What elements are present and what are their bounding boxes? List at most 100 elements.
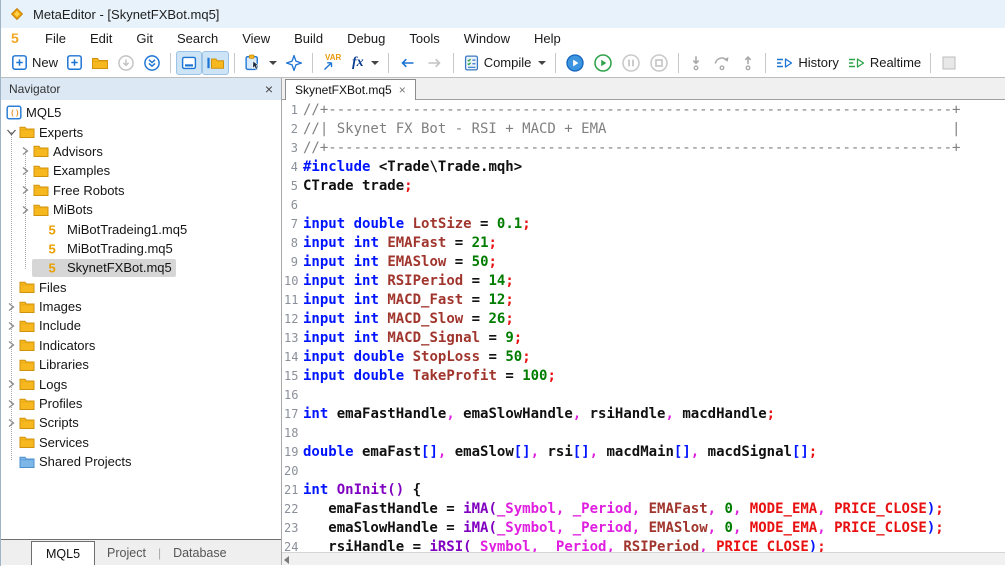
new-file-button[interactable]: New (7, 51, 62, 75)
code-line[interactable]: 10 input int RSIPeriod = 14; (282, 272, 1005, 291)
code-line[interactable]: 3 //+------------------------------------… (282, 139, 1005, 158)
tree-item-include[interactable]: Include (1, 316, 281, 335)
tree-item-body[interactable]: () MQL5 (5, 104, 65, 122)
code-line[interactable]: 15 input double TakeProfit = 100; (282, 367, 1005, 386)
tree-item-body[interactable]: Logs (18, 375, 71, 393)
chevron-right-icon[interactable] (5, 416, 18, 430)
code-line[interactable]: 17 int emaFastHandle, emaSlowHandle, rsiH… (282, 405, 1005, 424)
save-all-button[interactable] (139, 51, 165, 75)
code-line[interactable]: 11 input int MACD_Fast = 12; (282, 291, 1005, 310)
code-line[interactable]: 6 (282, 196, 1005, 215)
tree-item-body[interactable]: MiBots (32, 201, 97, 219)
tree-item-body[interactable]: Indicators (18, 336, 99, 354)
tree-item-body[interactable]: Advisors (32, 142, 107, 160)
tree-item-free-robots[interactable]: Free Robots (1, 181, 281, 200)
tree-item-mibots[interactable]: MiBots (1, 200, 281, 219)
navigate-forward-button[interactable] (421, 51, 448, 75)
tree-item-mql5[interactable]: () MQL5 (1, 103, 281, 122)
run-button[interactable] (589, 51, 617, 75)
tree-item-body[interactable]: Services (18, 433, 93, 451)
tree-item-body[interactable]: Include (18, 317, 85, 335)
stop-button[interactable] (645, 51, 673, 75)
code-line[interactable]: 18 (282, 424, 1005, 443)
tree-item-body[interactable]: Experts (18, 123, 87, 141)
tree-item-profiles[interactable]: Profiles (1, 394, 281, 413)
tree-item-skynetfxbot-mq5[interactable]: 5 SkynetFXBot.mq5 (1, 258, 281, 277)
code-line[interactable]: 22 emaFastHandle = iMA(_Symbol, _Period,… (282, 500, 1005, 519)
chevron-right-icon[interactable] (5, 319, 18, 333)
code-line[interactable]: 1 //+------------------------------------… (282, 101, 1005, 120)
code-line[interactable]: 4 #include <Trade\Trade.mqh> (282, 158, 1005, 177)
code-line[interactable]: 12 input int MACD_Slow = 26; (282, 310, 1005, 329)
menu-item-view[interactable]: View (230, 28, 282, 48)
code-editor[interactable]: 1 //+------------------------------------… (282, 100, 1005, 552)
code-line[interactable]: 14 input double StopLoss = 50; (282, 348, 1005, 367)
scroll-left-arrow-icon[interactable] (284, 556, 289, 564)
start-debug-button[interactable] (561, 51, 589, 75)
tree-item-body[interactable]: 5 MiBotTrading.mq5 (32, 239, 177, 257)
compile-button[interactable]: Compile (459, 51, 551, 75)
tab-close-icon[interactable]: × (399, 83, 406, 97)
chevron-right-icon[interactable] (19, 144, 32, 158)
history-button[interactable]: History (771, 51, 842, 75)
tree-item-body[interactable]: 5 SkynetFXBot.mq5 (32, 258, 176, 277)
code-line[interactable]: 13 input int MACD_Signal = 9; (282, 329, 1005, 348)
toggle-navigator-button[interactable] (202, 50, 230, 75)
navigator-close-icon[interactable]: × (265, 82, 273, 96)
insert-function-button[interactable]: fx (348, 51, 383, 75)
pause-button[interactable] (617, 51, 645, 75)
menu-item-debug[interactable]: Debug (335, 28, 397, 48)
tree-item-body[interactable]: Free Robots (32, 181, 129, 199)
chevron-right-icon[interactable] (5, 338, 18, 352)
tree-item-mibottrading-mq5[interactable]: 5 MiBotTrading.mq5 (1, 239, 281, 258)
tree-item-body[interactable]: Shared Projects (18, 453, 136, 471)
bottom-tab-mql5[interactable]: MQL5 (31, 541, 96, 565)
chevron-right-icon[interactable] (19, 164, 32, 178)
menu-item-git[interactable]: Git (124, 28, 165, 48)
code-line[interactable]: 19 double emaFast[], emaSlow[], rsi[], ma… (282, 443, 1005, 462)
code-line[interactable]: 8 input int EMAFast = 21; (282, 234, 1005, 253)
bottom-tab-database[interactable]: Database (161, 540, 239, 565)
menu-item-build[interactable]: Build (282, 28, 335, 48)
chevron-right-icon[interactable] (5, 377, 18, 391)
tree-item-body[interactable]: Images (18, 298, 86, 316)
tree-item-shared-projects[interactable]: Shared Projects (1, 452, 281, 471)
new-project-button[interactable] (62, 51, 87, 75)
tree-item-body[interactable]: Libraries (18, 356, 93, 374)
chevron-right-icon[interactable] (19, 203, 32, 217)
step-out-button[interactable] (736, 51, 760, 75)
styler-button[interactable] (281, 51, 307, 75)
add-variable-button[interactable]: VAR (318, 51, 348, 75)
tree-item-mibottradeing1-mq5[interactable]: 5 MiBotTradeing1.mq5 (1, 219, 281, 238)
editor-tab-skynetfxbot[interactable]: SkynetFXBot.mq5 × (285, 79, 416, 100)
tree-item-indicators[interactable]: Indicators (1, 336, 281, 355)
tree-item-files[interactable]: Files (1, 278, 281, 297)
tree-item-body[interactable]: Files (18, 278, 70, 296)
code-line[interactable]: 7 input double LotSize = 0.1; (282, 215, 1005, 234)
chevron-right-icon[interactable] (5, 300, 18, 314)
menu-item-window[interactable]: Window (452, 28, 522, 48)
bottom-tab-project[interactable]: Project (95, 540, 158, 565)
toggle-toolbox-button[interactable] (176, 50, 203, 75)
tree-item-images[interactable]: Images (1, 297, 281, 316)
tree-item-advisors[interactable]: Advisors (1, 142, 281, 161)
chevron-down-icon[interactable] (5, 125, 18, 139)
realtime-button[interactable]: Realtime (843, 51, 925, 75)
chevron-right-icon[interactable] (19, 183, 32, 197)
code-line[interactable]: 2 //| Skynet FX Bot - RSI + MACD + EMA | (282, 120, 1005, 139)
step-into-button[interactable] (684, 51, 708, 75)
menu-item-help[interactable]: Help (522, 28, 573, 48)
step-over-button[interactable] (708, 51, 736, 75)
menu-item-edit[interactable]: Edit (78, 28, 124, 48)
tree-item-scripts[interactable]: Scripts (1, 413, 281, 432)
code-line[interactable]: 21 int OnInit() { (282, 481, 1005, 500)
code-line[interactable]: 16 (282, 386, 1005, 405)
code-line[interactable]: 9 input int EMASlow = 50; (282, 253, 1005, 272)
tree-item-experts[interactable]: Experts (1, 122, 281, 141)
menu-item-file[interactable]: File (33, 28, 78, 48)
tree-item-libraries[interactable]: Libraries (1, 355, 281, 374)
tree-item-examples[interactable]: Examples (1, 161, 281, 180)
horizontal-scrollbar[interactable] (282, 552, 1005, 565)
code-line[interactable]: 24 rsiHandle = iRSI(_Symbol, _Period, RS… (282, 538, 1005, 552)
tree-item-body[interactable]: 5 MiBotTradeing1.mq5 (32, 220, 191, 238)
